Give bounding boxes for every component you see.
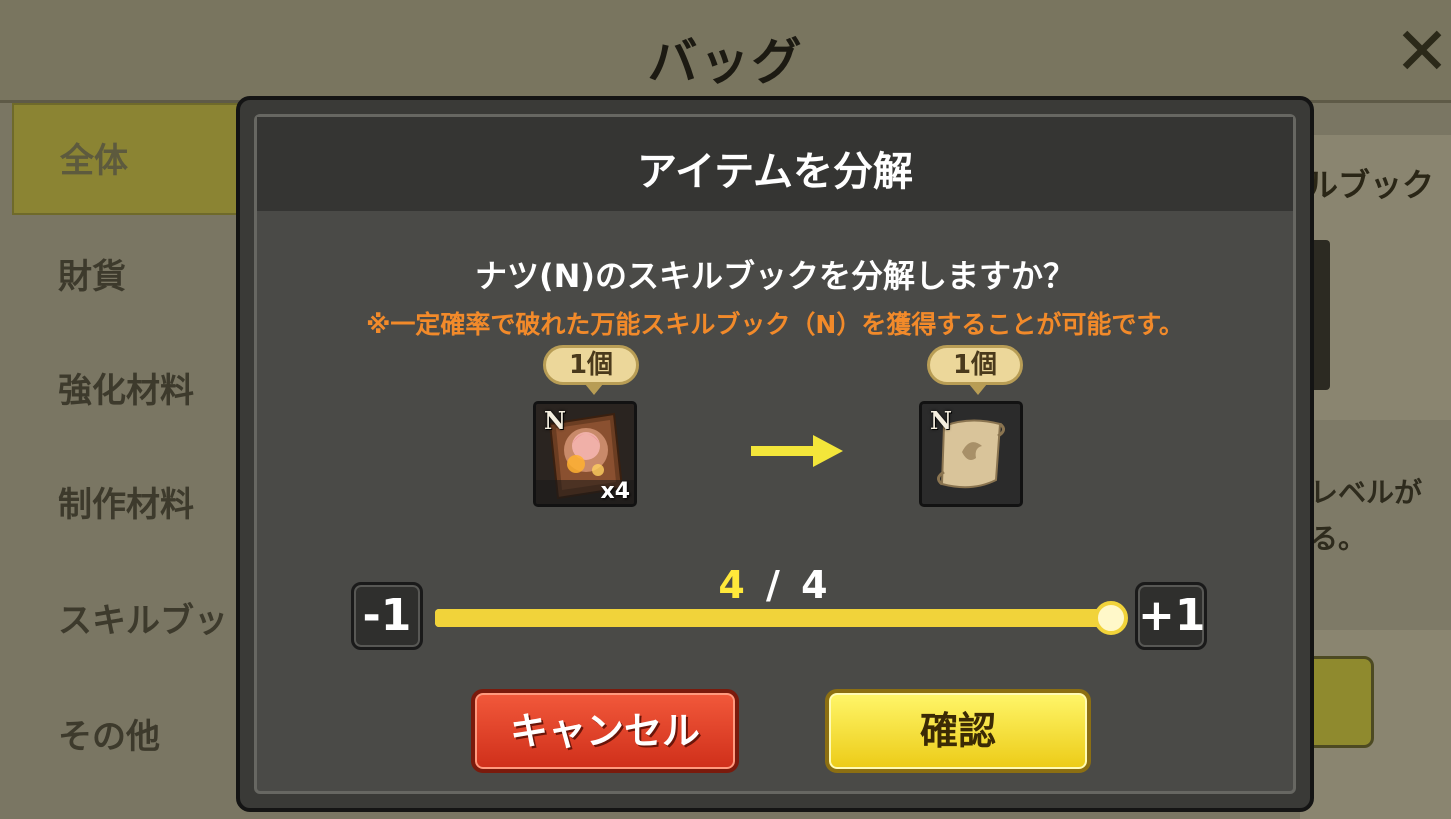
category-all[interactable]: 全体	[12, 103, 252, 215]
category-sidebar: 全体 財貨 強化材料 制作材料 スキルブッ その他	[12, 103, 252, 819]
source-count-label: 1個	[568, 350, 614, 380]
bubble-tail	[585, 384, 603, 395]
category-enhance-materials[interactable]: 強化材料	[12, 335, 252, 447]
bag-title: バッグ	[647, 33, 804, 91]
dialog-body: アイテムを分解 ナツ(N)のスキルブックを分解しますか？ ※一定確率で破れた万能…	[254, 114, 1296, 794]
quantity-slider[interactable]	[435, 609, 1115, 627]
drop-chance-note: ※一定確率で破れた万能スキルブック（N）を獲得することが可能です。	[366, 310, 1184, 339]
dialog-header: アイテムを分解	[257, 117, 1293, 211]
source-rank-badge: N	[544, 406, 566, 435]
cancel-button[interactable]: キャンセル	[471, 689, 739, 773]
arrow-right-icon	[751, 435, 843, 467]
close-icon[interactable]: ✕	[1394, 19, 1450, 85]
slider-handle[interactable]	[1094, 601, 1128, 635]
category-currency[interactable]: 財貨	[12, 221, 252, 333]
decrement-button[interactable]: -1	[351, 582, 423, 650]
result-count-label: 1個	[952, 350, 998, 380]
detail-title: ルブック	[1306, 166, 1435, 204]
detail-description: レベルが る。	[1310, 476, 1423, 555]
current-quantity: 4	[718, 563, 749, 607]
result-item-slot[interactable]: N	[919, 401, 1023, 507]
category-craft-materials[interactable]: 制作材料	[12, 449, 252, 561]
bag-header: バッグ ✕	[0, 0, 1451, 103]
increment-button[interactable]: +1	[1135, 582, 1207, 650]
category-skillbooks[interactable]: スキルブッ	[12, 565, 252, 677]
slider-fill	[435, 609, 1115, 627]
category-other[interactable]: その他	[12, 681, 252, 793]
result-count-bubble: 1個	[927, 345, 1023, 395]
bubble-tail	[969, 384, 987, 395]
result-rank-badge: N	[930, 406, 952, 435]
disassemble-dialog: アイテムを分解 ナツ(N)のスキルブックを分解しますか？ ※一定確率で破れた万能…	[236, 96, 1314, 812]
source-count-bubble: 1個	[543, 345, 639, 395]
confirm-question: ナツ(N)のスキルブックを分解しますか？	[474, 257, 1076, 295]
dialog-title: アイテムを分解	[637, 149, 913, 195]
source-item-slot[interactable]: N x4	[533, 401, 637, 507]
max-quantity: 4	[801, 563, 832, 607]
source-owned-qty: x4	[600, 479, 631, 504]
confirm-button[interactable]: 確認	[825, 689, 1091, 773]
quantity-separator: /	[766, 563, 784, 607]
